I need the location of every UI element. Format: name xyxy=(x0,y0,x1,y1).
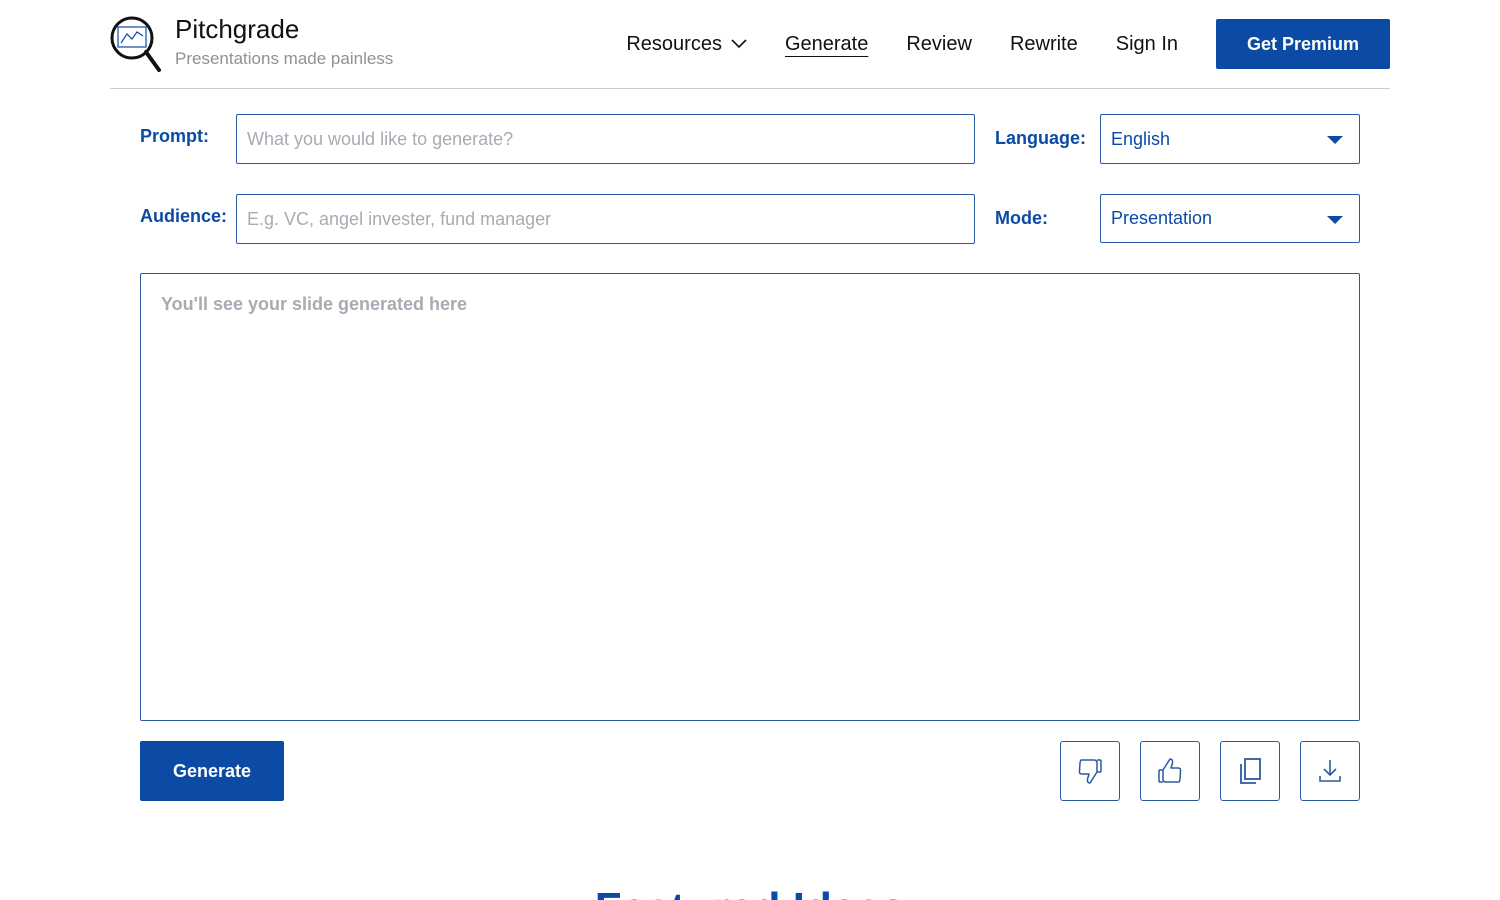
download-icon xyxy=(1319,760,1341,782)
language-select[interactable]: English xyxy=(1100,114,1360,164)
nav-generate[interactable]: Generate xyxy=(785,33,868,56)
copy-button[interactable] xyxy=(1220,741,1280,801)
language-label: Language: xyxy=(995,128,1087,148)
mode-select[interactable]: Presentation xyxy=(1100,194,1360,243)
thumbs-up-button[interactable] xyxy=(1140,741,1200,801)
audience-input[interactable] xyxy=(236,194,975,244)
brand-name[interactable]: Pitchgrade xyxy=(175,14,299,45)
nav-resources[interactable]: Resources xyxy=(626,33,747,56)
prompt-label: Prompt: xyxy=(140,126,209,146)
thumbs-up-icon xyxy=(1158,758,1182,783)
magnifier-chart-icon[interactable] xyxy=(110,14,162,74)
download-button[interactable] xyxy=(1300,741,1360,801)
nav-resources-label: Resources xyxy=(626,32,722,55)
language-selected-value: English xyxy=(1111,128,1171,149)
nav-review[interactable]: Review xyxy=(906,33,972,56)
nav-rewrite[interactable]: Rewrite xyxy=(1010,33,1078,56)
thumbs-down-icon xyxy=(1078,759,1102,784)
audience-label: Audience: xyxy=(140,206,228,226)
thumbs-down-button[interactable] xyxy=(1060,741,1120,801)
page: Pitchgrade Presentations made painless R… xyxy=(0,0,1500,900)
featured-section-heading: Featured Ideas xyxy=(0,884,1500,900)
mode-selected-value: Presentation xyxy=(1111,208,1213,228)
caret-down-icon xyxy=(1327,136,1343,144)
brand-tagline: Presentations made painless xyxy=(175,49,394,68)
caret-down-icon xyxy=(1327,215,1343,224)
get-premium-button[interactable]: Get Premium xyxy=(1216,19,1390,69)
main-nav: Resources Generate Review Rewrite Sign I… xyxy=(626,19,1390,69)
copy-icon xyxy=(1240,758,1261,784)
prompt-input[interactable] xyxy=(236,114,975,164)
slide-output-area[interactable]: You'll see your slide generated here xyxy=(140,273,1360,721)
mode-label: Mode: xyxy=(995,208,1048,228)
nav-sign-in[interactable]: Sign In xyxy=(1116,33,1178,56)
output-placeholder: You'll see your slide generated here xyxy=(161,294,468,314)
site-header: Pitchgrade Presentations made painless R… xyxy=(110,0,1390,89)
generate-button[interactable]: Generate xyxy=(140,741,284,801)
chevron-down-icon xyxy=(731,39,747,49)
